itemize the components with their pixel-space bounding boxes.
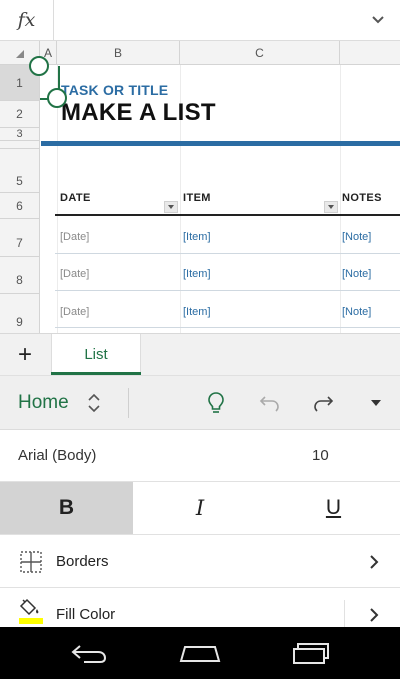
fill-color-divider [344,600,345,630]
cell-date[interactable]: [Date] [60,306,89,318]
column-headers: A B C [0,41,400,65]
cell-notes[interactable]: [Note] [342,231,371,243]
filter-dropdown-icon[interactable] [164,201,178,213]
row-header-5[interactable]: 5 [0,149,39,193]
row-header-7[interactable]: 7 [0,219,39,257]
fill-color-icon [18,598,44,624]
font-row[interactable]: Arial (Body) 10 [0,430,400,482]
formula-bar: fx [0,0,400,41]
ribbon-tab-selector[interactable]: Home [8,376,122,430]
home-button[interactable] [170,627,230,679]
bold-button[interactable]: B [0,482,133,534]
cell-item[interactable]: [Item] [183,268,211,280]
selection-handle-top[interactable] [29,56,49,76]
row-header-8[interactable]: 8 [0,257,39,294]
back-button[interactable] [59,627,119,679]
more-commands-button[interactable] [354,376,398,430]
font-size[interactable]: 10 [312,447,329,464]
lightbulb-icon [208,392,224,413]
text-format-row: B I U [0,482,400,535]
column-label-b: B [113,45,122,60]
redo-button[interactable] [301,376,345,430]
ribbon-header: Home [0,375,400,430]
italic-button[interactable]: I [133,482,267,534]
borders-label: Borders [56,553,109,570]
row-header-2[interactable]: 2 [0,101,39,128]
fill-color-row[interactable]: Fill Color [0,588,400,630]
borders-icon [18,549,44,575]
tell-me-button[interactable] [194,376,238,430]
fx-label: fx [17,9,36,31]
fx-button[interactable]: fx [0,0,54,40]
tab-list[interactable]: List [51,334,141,375]
more-icon [371,400,381,406]
home-icon [179,646,221,662]
row-headers: 1 2 3 5 6 7 8 9 [0,65,40,333]
chevron-right-icon[interactable] [366,604,382,626]
row-label: 9 [16,315,23,329]
row-header-4[interactable] [0,141,39,149]
gridline [340,65,341,333]
header-divider [55,214,400,216]
title-divider [41,141,400,146]
row-label: 2 [16,107,23,121]
formula-input[interactable] [55,0,355,40]
font-name[interactable]: Arial (Body) [18,447,96,464]
ribbon-divider [128,388,129,418]
row-label: 1 [16,75,23,90]
chevron-down-icon [372,16,384,24]
filter-dropdown-icon[interactable] [324,201,338,213]
android-nav-bar [0,627,400,679]
add-sheet-button[interactable]: + [0,334,50,375]
sheet-grid[interactable]: TASK OR TITLE MAKE A LIST DATE ITEM NOTE… [41,65,400,333]
header-item[interactable]: ITEM [183,192,211,204]
undo-icon [259,396,279,412]
cell-item[interactable]: [Item] [183,306,211,318]
chevron-up-down-icon [88,393,100,413]
underline-button[interactable]: U [267,482,400,534]
row-label: 7 [16,236,23,250]
row-label: 6 [16,198,23,213]
formula-expand-button[interactable] [356,0,400,40]
undo-button[interactable] [248,376,292,430]
recent-apps-icon [293,643,329,664]
list-subtitle[interactable]: TASK OR TITLE [61,82,168,98]
tab-label: List [84,346,108,363]
list-title[interactable]: MAKE A LIST [61,99,216,127]
row-divider [55,290,400,291]
row-divider [55,327,400,328]
header-date[interactable]: DATE [60,192,91,204]
row-header-6[interactable]: 6 [0,193,39,219]
back-icon [71,645,107,663]
ribbon-tab-label: Home [18,392,69,413]
row-label: 5 [16,174,23,188]
select-all-icon [16,50,24,58]
row-header-3[interactable]: 3 [0,128,39,141]
cell-item[interactable]: [Item] [183,231,211,243]
fill-color-label: Fill Color [56,606,116,623]
header-notes[interactable]: NOTES [342,192,382,204]
column-header-b[interactable]: B [57,41,180,64]
cell-notes[interactable]: [Note] [342,306,371,318]
plus-icon: + [17,340,32,368]
sheet-tabs-bar: + List [0,333,400,375]
cell-date[interactable]: [Date] [60,268,89,280]
row-divider [55,253,400,254]
row-label: 8 [16,273,23,287]
cell-notes[interactable]: [Note] [342,268,371,280]
redo-icon [314,396,334,412]
row-label: 3 [16,128,23,140]
column-header-c[interactable]: C [180,41,340,64]
chevron-right-icon [366,551,382,573]
recent-apps-button[interactable] [282,627,342,679]
selection-handle-bottom[interactable] [47,88,67,108]
row-header-9[interactable]: 9 [0,294,39,333]
borders-row[interactable]: Borders [0,535,400,588]
column-label-c: C [255,45,264,60]
cell-date[interactable]: [Date] [60,231,89,243]
